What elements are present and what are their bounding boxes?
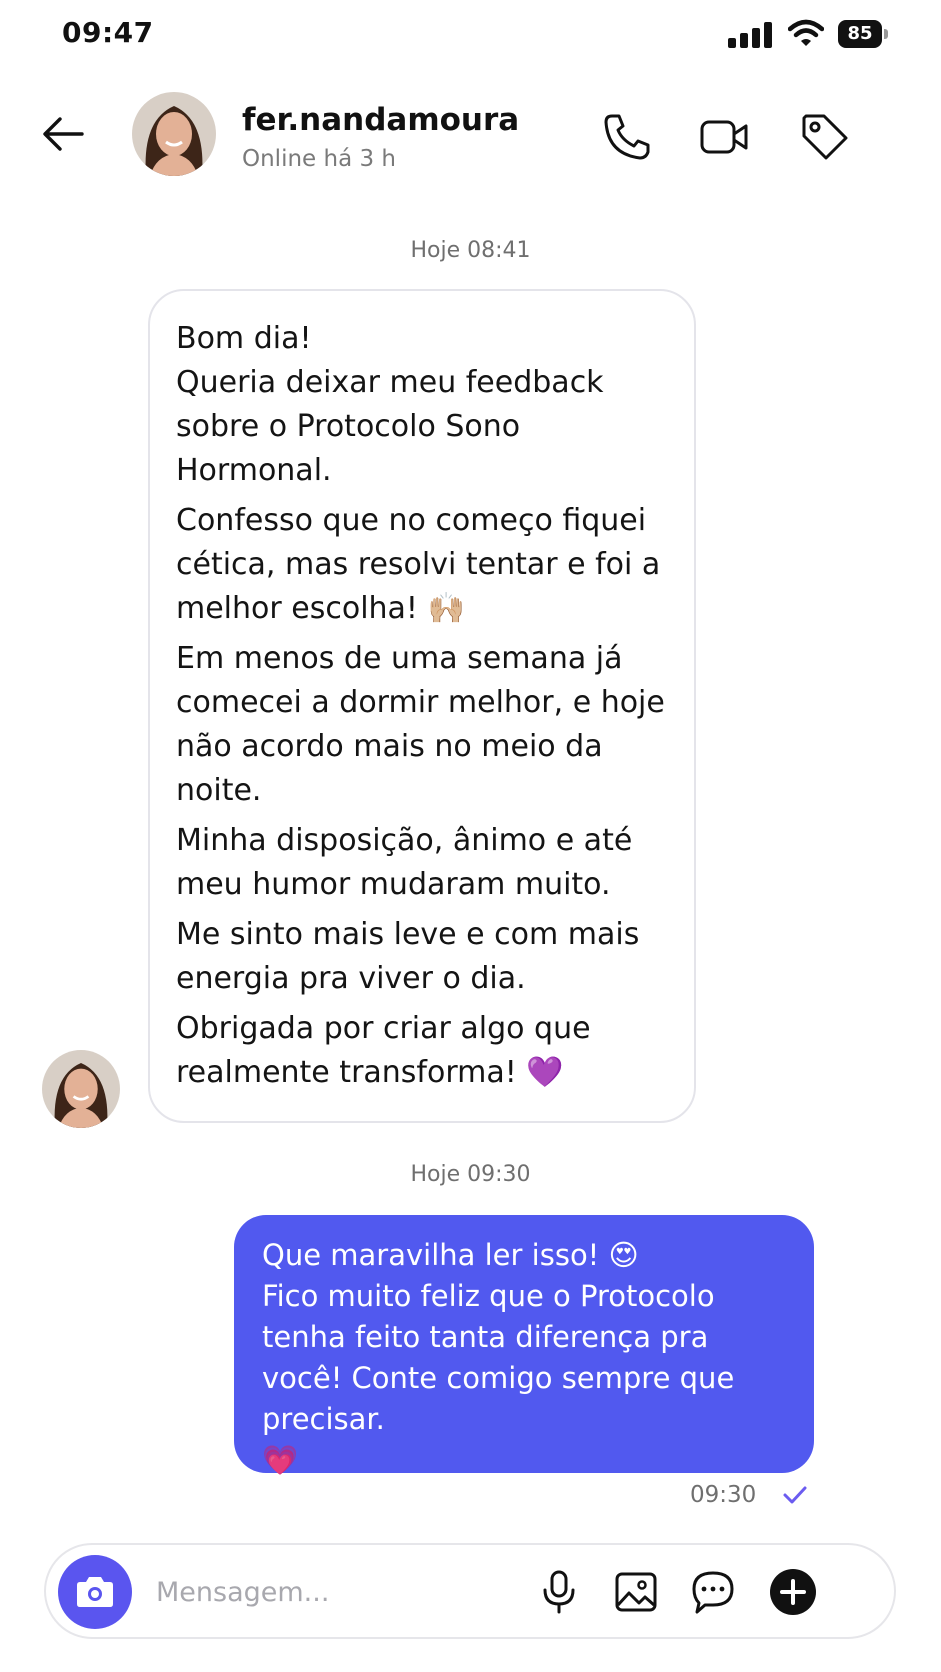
message-text: Que maravilha ler isso! 😍 Fico muito fel…: [262, 1238, 735, 1477]
profile-photo: [42, 1050, 120, 1128]
chat-bubble-icon[interactable]: [688, 1567, 738, 1617]
message-paragraph: Confesso que no começo fiquei cética, ma…: [176, 503, 661, 626]
message-timestamp: Hoje 08:41: [410, 238, 531, 263]
presence-status: Online há 3 h: [242, 146, 397, 172]
cellular-signal-icon: [728, 22, 772, 48]
sent-time: 09:30: [690, 1482, 757, 1508]
message-composer: [44, 1543, 896, 1639]
battery-icon: 85: [838, 20, 888, 48]
status-time: 09:47: [62, 16, 154, 49]
outgoing-message-bubble[interactable]: Que maravilha ler isso! 😍 Fico muito fel…: [234, 1215, 814, 1477]
video-camera-icon[interactable]: [698, 110, 752, 164]
battery-level: 85: [838, 20, 882, 48]
image-icon[interactable]: [611, 1567, 661, 1617]
message-paragraph: Minha disposição, ânimo e até meu humor …: [176, 823, 633, 902]
read-check-icon: [783, 1486, 807, 1504]
profile-photo: [132, 92, 216, 176]
phone-icon[interactable]: [600, 110, 654, 164]
message-paragraph: Me sinto mais leve e com mais energia pr…: [176, 917, 640, 996]
sender-avatar[interactable]: [42, 1050, 120, 1128]
message-input[interactable]: [154, 1567, 498, 1617]
plus-icon[interactable]: [768, 1567, 818, 1617]
camera-button[interactable]: [58, 1555, 132, 1629]
contact-username[interactable]: fer.nandamoura: [242, 102, 519, 138]
microphone-icon[interactable]: [534, 1567, 584, 1617]
message-timestamp: Hoje 09:30: [410, 1162, 531, 1187]
chat-header: fer.nandamoura Online há 3 h: [0, 80, 941, 190]
avatar[interactable]: [132, 92, 216, 176]
message-paragraph: Bom dia! Queria deixar meu feedback sobr…: [176, 321, 604, 488]
message-paragraph: Em menos de uma semana já comecei a dorm…: [176, 641, 665, 808]
tag-icon[interactable]: [798, 110, 852, 164]
message-paragraph: Obrigada por criar algo que realmente tr…: [176, 1011, 591, 1090]
camera-icon: [77, 1577, 113, 1607]
wifi-icon: [788, 19, 824, 46]
back-arrow-icon[interactable]: [38, 108, 90, 160]
incoming-message-bubble[interactable]: Bom dia! Queria deixar meu feedback sobr…: [148, 289, 696, 1123]
status-bar: 09:47 85: [0, 0, 941, 70]
